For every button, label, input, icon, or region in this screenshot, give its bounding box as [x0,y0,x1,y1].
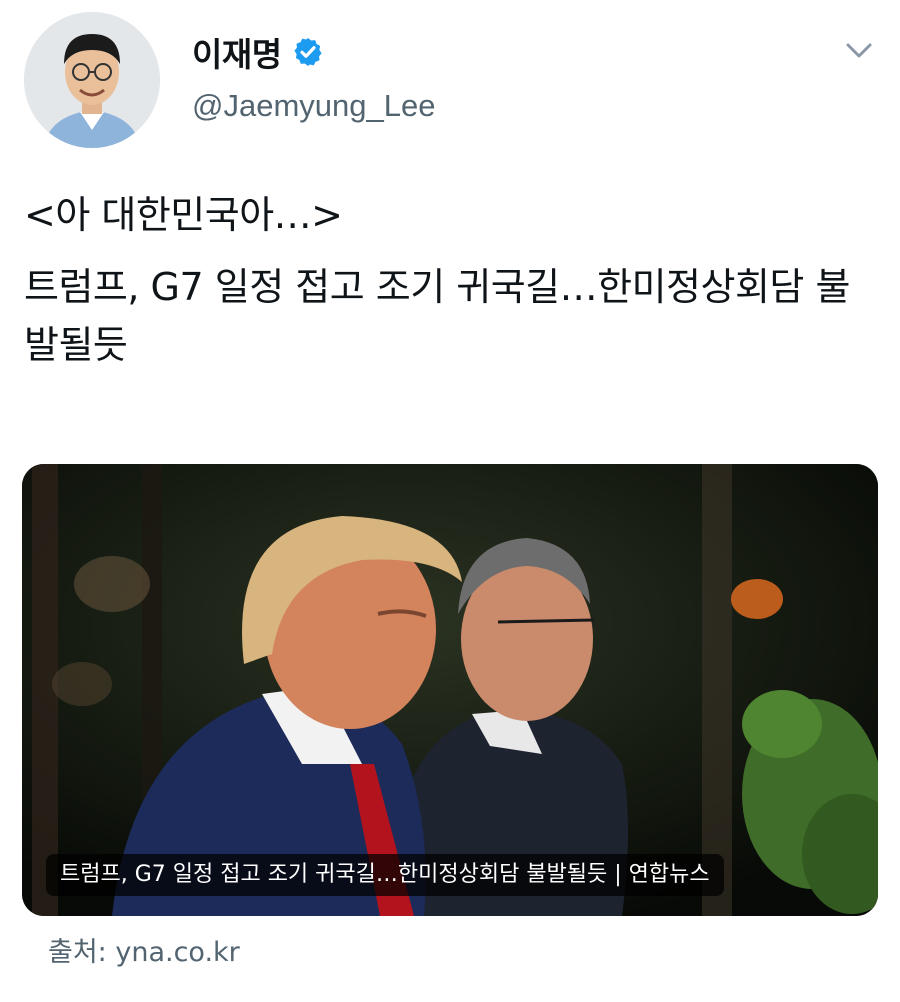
user-handle[interactable]: @Jaemyung_Lee [192,88,435,124]
news-photo [22,464,878,916]
display-name[interactable]: 이재명 [192,28,282,76]
card-caption: 트럼프, G7 일정 접고 조기 귀국길…한미정상회담 불발될듯 | 연합뉴스 [46,854,724,896]
tweet-header: 이재명 @Jaemyung_Lee [0,0,900,160]
author-info: 이재명 @Jaemyung_Lee [192,30,435,124]
tweet-headline: 트럼프, G7 일정 접고 조기 귀국길…한미정상회담 불발될듯 [24,265,850,367]
tweet-line-1: <아 대한민국아…> [24,193,343,237]
chevron-down-icon[interactable] [844,40,874,62]
verified-badge-icon [293,38,322,66]
name-row: 이재명 [192,30,435,74]
card-source[interactable]: 출처: yna.co.kr [48,930,240,969]
avatar[interactable] [24,12,160,148]
link-card[interactable]: 트럼프, G7 일정 접고 조기 귀국길…한미정상회담 불발될듯 | 연합뉴스 [22,464,878,916]
tweet-text: <아 대한민국아…> 트럼프, G7 일정 접고 조기 귀국길…한미정상회담 불… [24,186,884,374]
